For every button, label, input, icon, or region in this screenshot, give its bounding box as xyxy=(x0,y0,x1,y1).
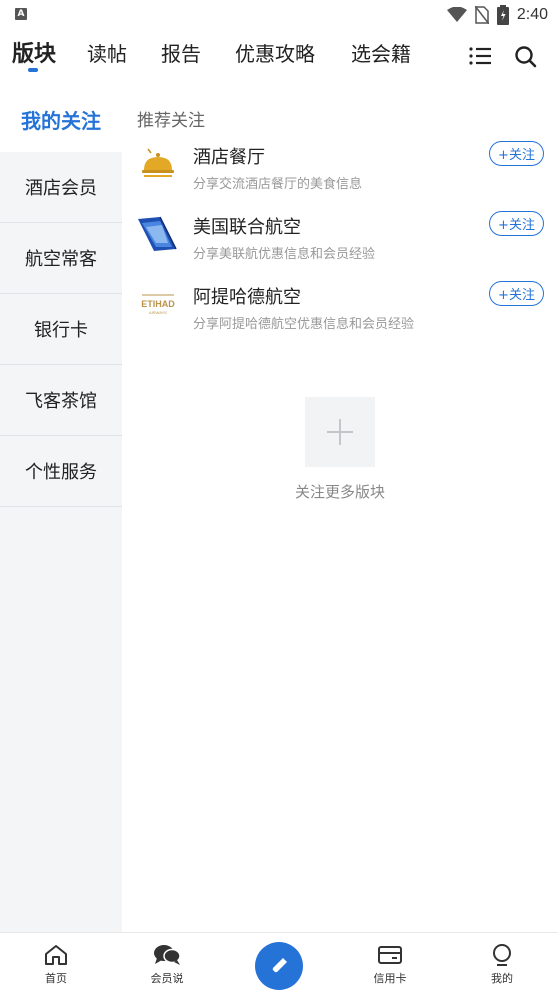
forum-name: 酒店餐厅 xyxy=(193,147,265,168)
forum-row-etihad-airways[interactable]: ETIHAD AIRWAYS 阿提哈德航空 分享阿提哈德航空优惠信息和会员经验 … xyxy=(122,281,558,351)
sidebar-item-label: 个性服务 xyxy=(25,462,97,483)
forum-description: 分享交流酒店餐厅的美食信息 xyxy=(193,177,363,192)
bottom-nav-label: 会员说 xyxy=(150,972,184,985)
tab-reports[interactable]: 报告 xyxy=(161,38,201,67)
compose-button[interactable] xyxy=(255,942,303,990)
clock: 2:40 xyxy=(516,6,548,23)
bottom-nav-member-talk[interactable]: 会员说 xyxy=(137,943,197,986)
plus-icon xyxy=(327,419,353,445)
united-airlines-logo xyxy=(136,211,180,255)
status-icons: 2:40 xyxy=(446,4,548,26)
sidebar-item-hotel-members[interactable]: 酒店会员 xyxy=(0,152,122,223)
category-sidebar: 我的关注 酒店会员 航空常客 银行卡 飞客茶馆 个性服务 xyxy=(0,86,122,932)
search-icon[interactable] xyxy=(512,42,540,70)
wifi-icon xyxy=(446,7,467,22)
bottom-nav-label: 我的 xyxy=(491,972,513,985)
profile-icon xyxy=(493,944,511,966)
bottom-nav: 首页 会员说 信用卡 我的 xyxy=(0,932,558,992)
tab-membership[interactable]: 选会籍 xyxy=(351,38,411,67)
forum-name: 美国联合航空 xyxy=(193,217,301,238)
no-sim-icon xyxy=(474,6,489,24)
add-forum-button[interactable] xyxy=(305,397,375,467)
top-nav: 版块 读帖 报告 优惠攻略 选会籍 xyxy=(0,30,558,86)
forum-description: 分享阿提哈德航空优惠信息和会员经验 xyxy=(193,317,415,332)
chat-icon xyxy=(154,945,181,965)
bottom-nav-credit-card[interactable]: 信用卡 xyxy=(360,943,420,986)
forum-row-united-airlines[interactable]: 美国联合航空 分享美联航优惠信息和会员经验 +关注 xyxy=(122,211,558,281)
sidebar-item-label: 航空常客 xyxy=(25,249,97,270)
sidebar-item-personal-services[interactable]: 个性服务 xyxy=(0,436,122,507)
add-forum-label: 关注更多版块 xyxy=(294,483,385,501)
etihad-logo: ETIHAD AIRWAYS xyxy=(136,281,180,325)
sidebar-item-teahouse[interactable]: 飞客茶馆 xyxy=(0,365,122,436)
compose-icon xyxy=(271,958,287,974)
sidebar-item-label: 飞客茶馆 xyxy=(25,391,97,412)
forum-row-hotel-dining[interactable]: 酒店餐厅 分享交流酒店餐厅的美食信息 +关注 xyxy=(122,141,558,211)
active-tab-indicator xyxy=(28,68,38,72)
follow-button[interactable]: +关注 xyxy=(489,281,544,306)
etihad-logo-text: ETIHAD xyxy=(141,299,175,309)
sidebar-item-frequent-flyer[interactable]: 航空常客 xyxy=(0,223,122,294)
battery-icon xyxy=(496,5,509,25)
credit-card-icon xyxy=(378,946,402,964)
sidebar-item-label: 我的关注 xyxy=(21,108,101,133)
list-icon[interactable] xyxy=(466,42,494,70)
sidebar-item-bank-cards[interactable]: 银行卡 xyxy=(0,294,122,365)
forum-name: 阿提哈德航空 xyxy=(193,287,301,308)
tab-read-posts[interactable]: 读帖 xyxy=(87,38,127,67)
bottom-nav-label: 信用卡 xyxy=(373,972,407,985)
tab-deals[interactable]: 优惠攻略 xyxy=(235,38,315,67)
sidebar-item-my-follows[interactable]: 我的关注 xyxy=(0,86,122,152)
tab-forums[interactable]: 版块 xyxy=(12,36,56,68)
cloche-icon xyxy=(136,141,180,185)
etihad-logo-subtext: AIRWAYS xyxy=(149,310,167,315)
bottom-nav-home[interactable]: 首页 xyxy=(26,943,86,986)
follow-button[interactable]: +关注 xyxy=(489,141,544,166)
sidebar-item-label: 银行卡 xyxy=(34,320,88,341)
home-icon xyxy=(45,945,67,965)
bottom-nav-label: 首页 xyxy=(45,972,67,985)
sidebar-item-label: 酒店会员 xyxy=(25,178,97,199)
main-content: 推荐关注 酒店餐厅 分享交流酒店餐厅的美食信息 +关注 美国联合航空 分享美联航… xyxy=(122,86,558,932)
forum-description: 分享美联航优惠信息和会员经验 xyxy=(193,247,376,262)
status-bar: A 2:40 xyxy=(0,0,558,30)
follow-button[interactable]: +关注 xyxy=(489,211,544,236)
notification-badge: A xyxy=(15,8,27,20)
section-title: 推荐关注 xyxy=(137,111,205,131)
bottom-nav-profile[interactable]: 我的 xyxy=(472,943,532,986)
